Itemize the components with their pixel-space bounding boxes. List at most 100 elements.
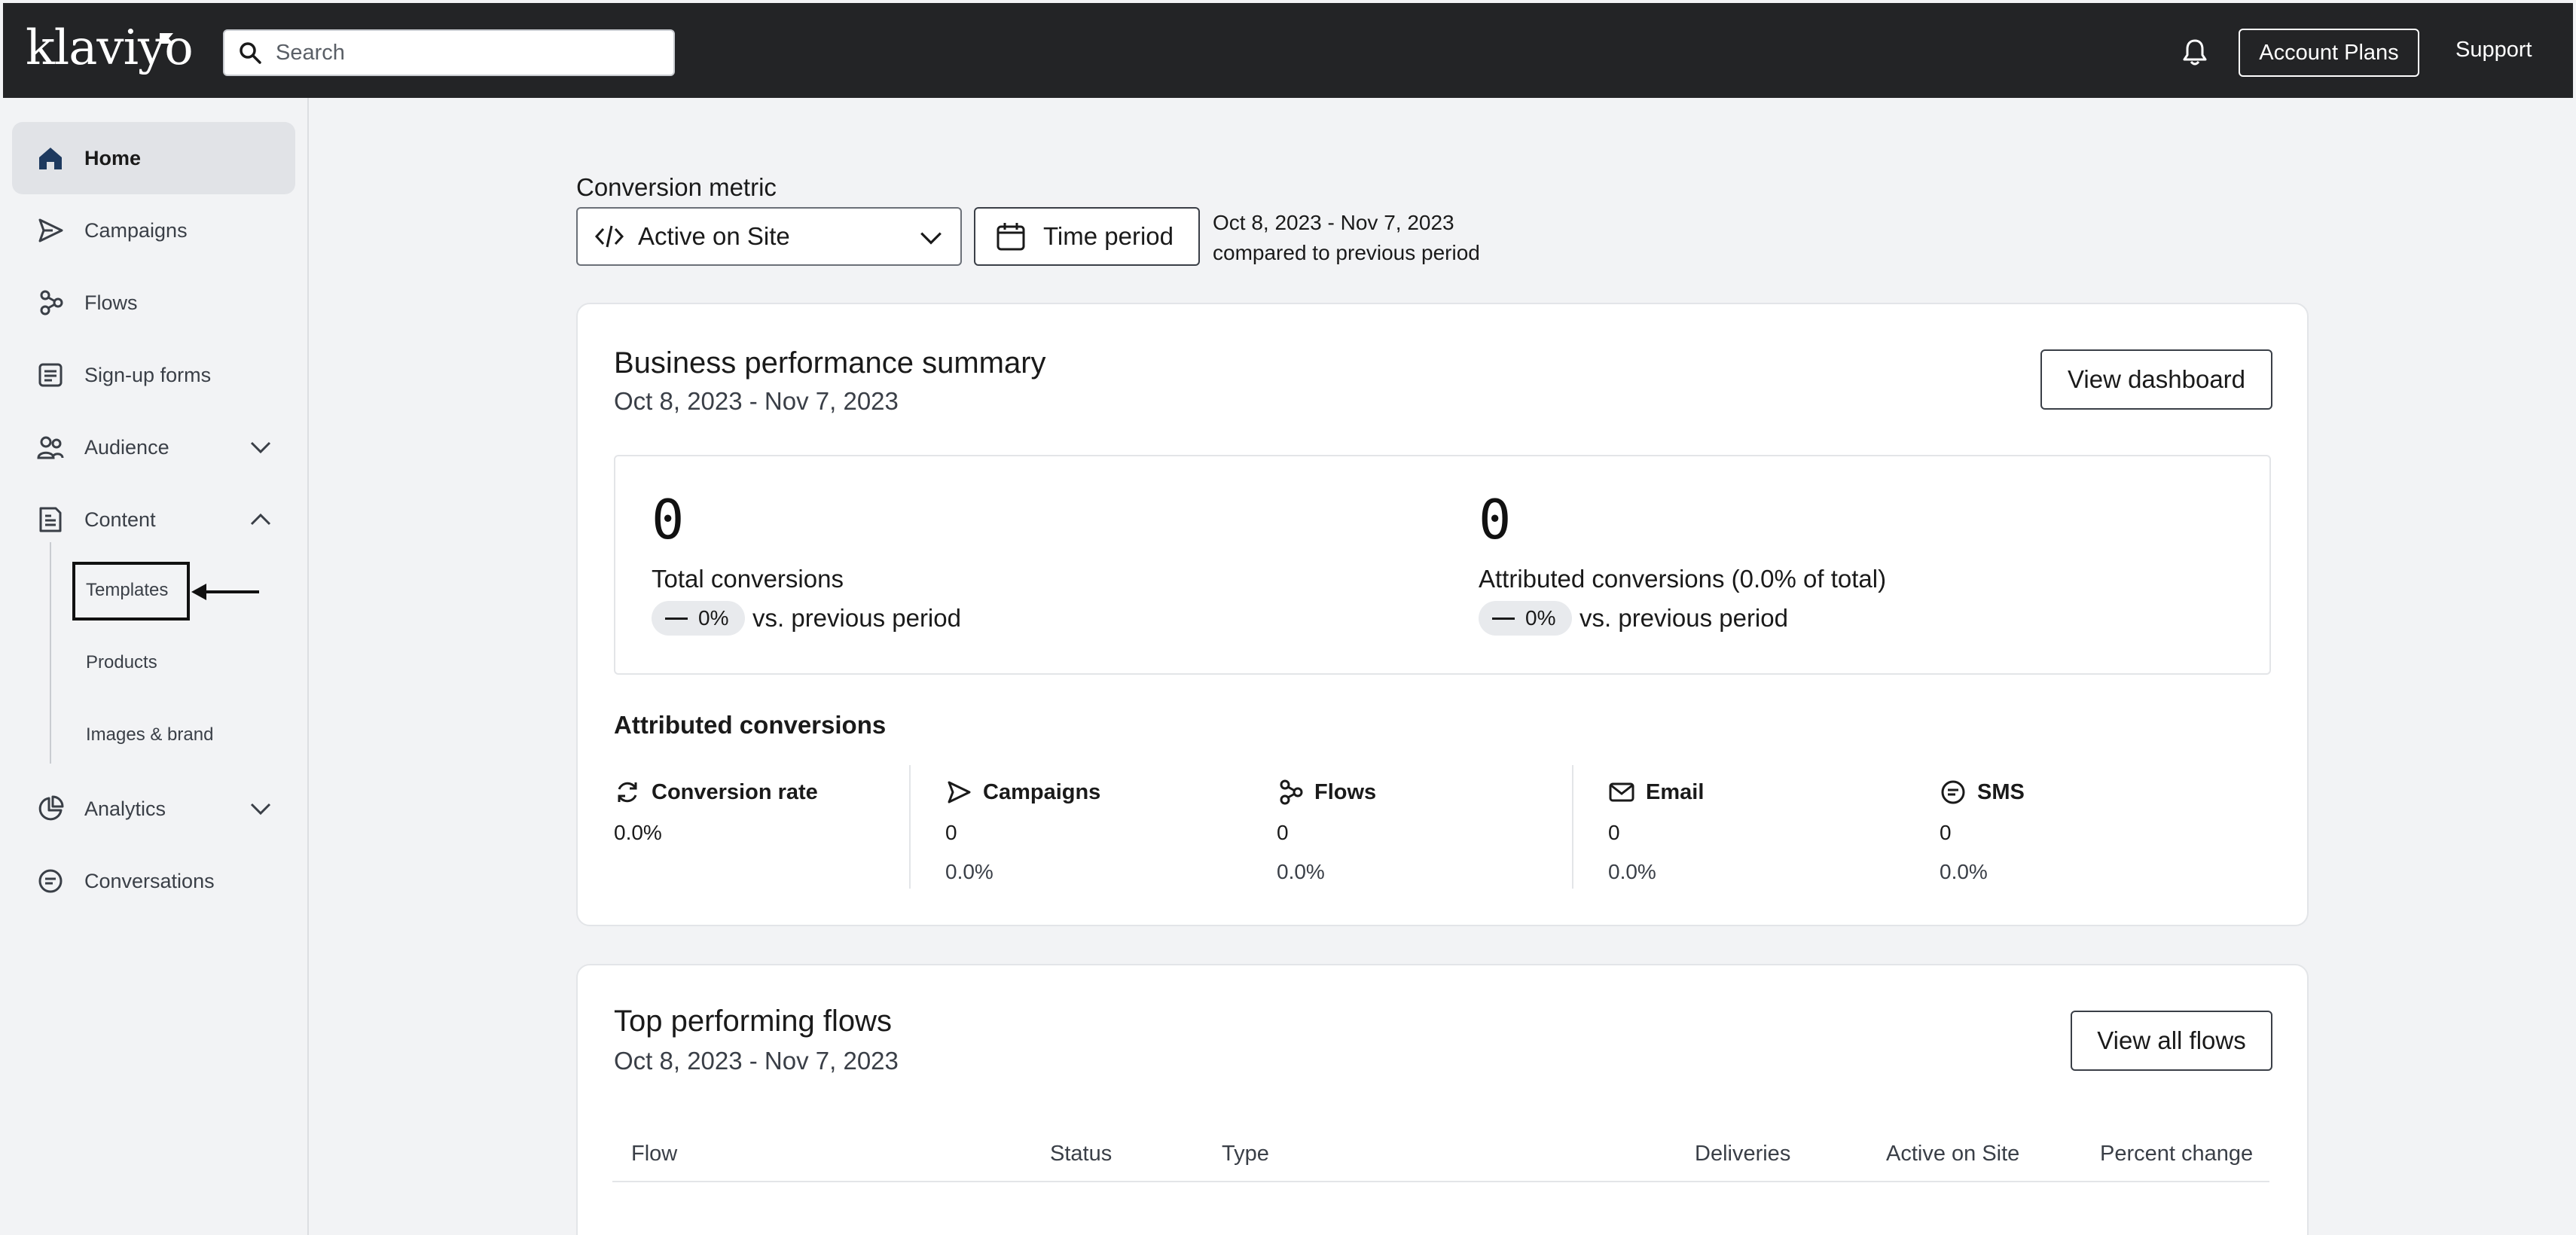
dash-icon — [665, 617, 688, 620]
sidebar-item-label: Content — [84, 508, 156, 531]
calendar-icon — [997, 223, 1025, 251]
change-badge: 0% — [1479, 601, 1572, 636]
column-header-type[interactable]: Type — [1222, 1142, 1269, 1166]
attr-percent: 0.0% — [1277, 860, 1325, 883]
form-icon — [38, 363, 63, 387]
search-box[interactable] — [223, 29, 675, 76]
divider — [1572, 765, 1573, 889]
sms-icon — [1941, 780, 1965, 804]
column-header-percent-change[interactable]: Percent change — [2100, 1142, 2253, 1166]
attr-value: 0 — [945, 821, 957, 844]
sidebar-item-label: Flows — [84, 291, 138, 314]
sidebar-subitem-images-brand[interactable]: Images & brand — [86, 724, 213, 746]
conversion-metric-label: Conversion metric — [576, 173, 777, 201]
sidebar-item-label: Analytics — [84, 797, 166, 820]
attr-value: 0 — [1277, 821, 1289, 844]
account-plans-button[interactable]: Account Plans — [2239, 29, 2419, 77]
sidebar-item-audience[interactable]: Audience — [12, 411, 295, 483]
dash-icon — [1492, 617, 1515, 620]
attributed-conversions-label: Attributed conversions (0.0% of total) — [1479, 565, 1887, 593]
card-date-range: Oct 8, 2023 - Nov 7, 2023 — [614, 1047, 899, 1075]
vs-previous-text: vs. previous period — [1579, 604, 1788, 632]
divider — [909, 765, 911, 889]
chevron-down-icon — [920, 232, 942, 245]
top-flows-card: Top performing flows Oct 8, 2023 - Nov 7… — [576, 964, 2309, 1235]
card-title: Top performing flows — [614, 1005, 893, 1038]
attr-label: SMS — [1977, 779, 2025, 804]
column-header-active-on-site[interactable]: Active on Site — [1886, 1142, 2019, 1166]
total-conversions-label: Total conversions — [652, 565, 844, 593]
content-icon — [39, 507, 62, 532]
code-icon — [594, 225, 624, 248]
conversions-box: 0 Total conversions 0% vs. previous peri… — [614, 455, 2271, 675]
search-icon — [240, 42, 261, 64]
subnav-line — [50, 542, 51, 764]
chart-icon — [38, 795, 64, 821]
logo-flag-icon — [160, 33, 173, 44]
period-comparison: compared to previous period — [1213, 241, 1480, 264]
arrow-left-icon — [191, 584, 259, 600]
chevron-down-icon[interactable] — [249, 435, 273, 459]
send-icon — [38, 218, 63, 242]
top-bar: klaviyo Account Plans Support — [0, 0, 2576, 98]
sidebar-item-home[interactable]: Home — [12, 122, 295, 194]
table-header-divider — [612, 1181, 2269, 1182]
attributed-conversions-value: 0 — [1479, 488, 1512, 551]
sidebar-item-label: Conversations — [84, 869, 215, 892]
attr-percent: 0.0% — [1940, 860, 1988, 883]
sidebar-item-label: Campaigns — [84, 218, 188, 242]
attr-col-sms: SMS 0 0.0% — [1940, 779, 2025, 884]
attributed-conversions-title: Attributed conversions — [614, 711, 887, 739]
sidebar-subitem-templates[interactable]: Templates — [86, 580, 168, 601]
attr-label: Conversion rate — [652, 779, 818, 804]
sidebar: Home Campaigns Flows Sign-up forms Audie… — [0, 98, 309, 1235]
sidebar-item-label: Home — [84, 146, 142, 169]
bell-icon[interactable] — [2181, 38, 2208, 68]
change-value: 0% — [1525, 606, 1556, 630]
time-period-label: Time period — [1043, 222, 1174, 250]
sidebar-item-campaigns[interactable]: Campaigns — [12, 194, 295, 267]
column-header-flow[interactable]: Flow — [631, 1142, 677, 1166]
attr-col-flows: Flows 0 0.0% — [1277, 779, 1376, 884]
attr-label: Campaigns — [983, 779, 1101, 804]
attr-label: Flows — [1314, 779, 1377, 804]
period-info: Oct 8, 2023 - Nov 7, 2023 compared to pr… — [1213, 208, 1480, 268]
attr-col-campaigns: Campaigns 0 0.0% — [945, 779, 1100, 884]
sidebar-item-content[interactable]: Content — [12, 483, 295, 556]
attr-col-conversion-rate: Conversion rate 0.0% — [614, 779, 818, 845]
metric-value: Active on Site — [638, 222, 790, 250]
sidebar-item-label: Sign-up forms — [84, 363, 212, 386]
sidebar-subitem-products[interactable]: Products — [86, 652, 157, 673]
support-link[interactable]: Support — [2455, 38, 2532, 63]
refresh-icon — [618, 782, 637, 803]
view-dashboard-button[interactable]: View dashboard — [2040, 349, 2272, 410]
attr-col-email: Email 0 0.0% — [1608, 779, 1704, 884]
chevron-up-icon[interactable] — [249, 508, 273, 532]
total-conversions-value: 0 — [652, 488, 685, 551]
attr-percent: 0.0% — [1608, 860, 1656, 883]
attr-value: 0.0% — [614, 821, 662, 844]
attr-value: 0 — [1940, 821, 1952, 844]
sidebar-item-analytics[interactable]: Analytics — [12, 773, 295, 845]
attr-value: 0 — [1608, 821, 1620, 844]
card-date-range: Oct 8, 2023 - Nov 7, 2023 — [614, 387, 899, 415]
change-value: 0% — [698, 606, 729, 630]
business-performance-card: Business performance summary Oct 8, 2023… — [576, 303, 2309, 926]
chevron-down-icon[interactable] — [249, 797, 273, 821]
sidebar-item-signup-forms[interactable]: Sign-up forms — [12, 339, 295, 411]
conversion-metric-select[interactable]: Active on Site — [576, 207, 962, 266]
flows-icon — [40, 290, 63, 316]
column-header-deliveries[interactable]: Deliveries — [1695, 1142, 1790, 1166]
send-icon — [948, 781, 971, 804]
attr-label: Email — [1646, 779, 1705, 804]
column-header-status[interactable]: Status — [1050, 1142, 1112, 1166]
sidebar-item-flows[interactable]: Flows — [12, 267, 295, 339]
sidebar-item-conversations[interactable]: Conversations — [12, 845, 295, 917]
home-icon — [39, 148, 62, 169]
time-period-button[interactable]: Time period — [974, 207, 1200, 266]
view-all-flows-button[interactable]: View all flows — [2071, 1011, 2272, 1071]
chat-icon — [38, 869, 63, 893]
card-title: Business performance summary — [614, 346, 1046, 380]
search-input[interactable] — [276, 40, 652, 66]
change-badge: 0% — [652, 601, 745, 636]
